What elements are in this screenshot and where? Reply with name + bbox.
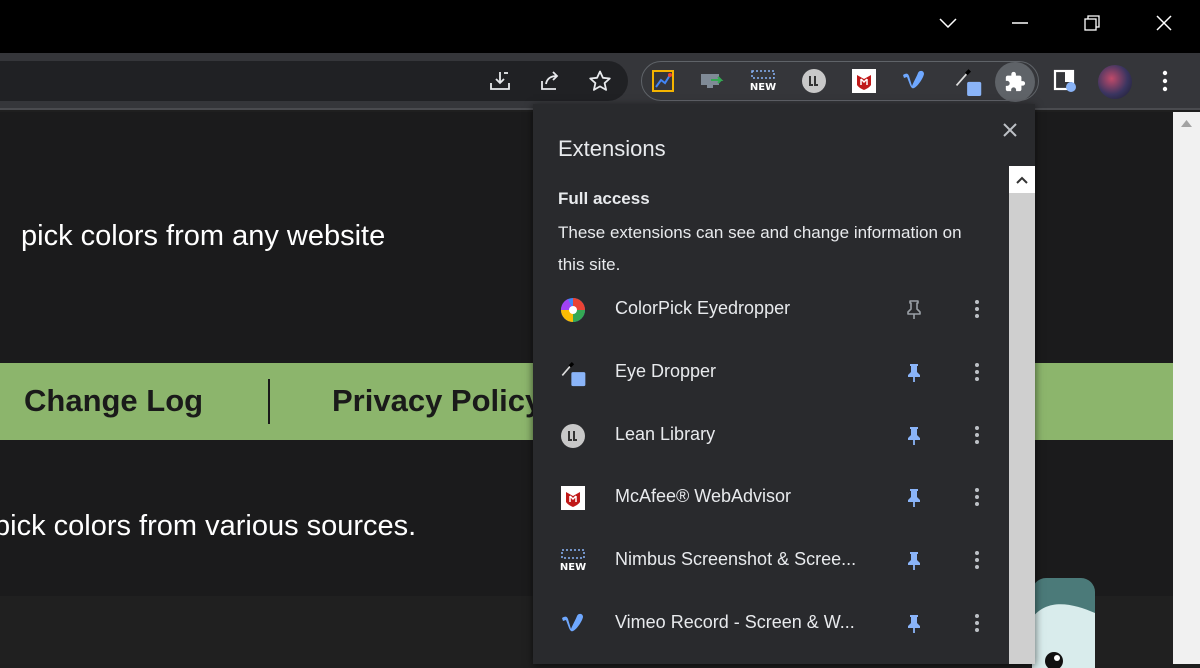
eye-dropper-icon <box>955 69 982 96</box>
bookmark-button[interactable] <box>580 61 620 101</box>
section-title: Full access <box>558 189 650 208</box>
share-icon <box>541 71 559 90</box>
mascot-image <box>1032 578 1095 668</box>
restore-button[interactable] <box>1056 0 1128 46</box>
side-panel-button[interactable] <box>1050 66 1080 96</box>
popup-close-button[interactable] <box>998 118 1022 142</box>
bookmark-star-icon <box>589 70 611 91</box>
chrome-menu-button[interactable] <box>1150 66 1180 96</box>
section-description: These extensions can see and change info… <box>558 223 962 274</box>
pin-button[interactable] <box>902 361 926 385</box>
more-options-button[interactable] <box>965 360 989 384</box>
colorpick-eyedropper-icon <box>652 70 674 92</box>
mcafee-icon <box>852 69 876 93</box>
chevron-up-icon <box>1016 176 1028 184</box>
change-log-link[interactable]: Change Log <box>24 383 203 419</box>
nimbus-toolbar-button[interactable]: NEW <box>748 66 778 96</box>
more-vert-icon <box>975 614 979 632</box>
more-vert-icon <box>975 551 979 569</box>
pin-button[interactable] <box>902 486 926 510</box>
vimeo-icon <box>903 70 924 89</box>
extension-row-colorpick[interactable]: ColorPick Eyedropper <box>533 278 1009 340</box>
more-options-button[interactable] <box>965 485 989 509</box>
vimeo-icon <box>559 610 587 638</box>
more-vert-icon <box>975 426 979 444</box>
eye-dropper-icon <box>559 359 587 387</box>
screen-record-toolbar-button[interactable] <box>698 66 728 96</box>
extension-row-eye-dropper[interactable]: Eye Dropper <box>533 341 1009 403</box>
scroll-up-arrow-icon[interactable] <box>1173 112 1200 136</box>
pin-filled-icon <box>908 364 920 382</box>
profile-avatar[interactable] <box>1098 65 1132 99</box>
tab-search-button[interactable] <box>912 0 984 46</box>
extensions-menu-button[interactable] <box>995 62 1035 102</box>
popup-scrollbar[interactable] <box>1009 166 1035 664</box>
pin-button[interactable] <box>902 549 926 573</box>
extension-row-nimbus[interactable]: NEW Nimbus Screenshot & Scree... <box>533 529 1009 591</box>
svg-text:NEW: NEW <box>560 562 586 573</box>
extension-row-lean-library[interactable]: Lean Library <box>533 404 1009 466</box>
close-icon <box>1003 123 1017 137</box>
minimize-button[interactable] <box>984 0 1056 46</box>
pin-filled-icon <box>908 427 920 445</box>
extension-name: Eye Dropper <box>615 361 717 381</box>
more-options-button[interactable] <box>965 611 989 635</box>
more-options-button[interactable] <box>965 297 989 321</box>
pin-button[interactable] <box>902 298 926 322</box>
minimize-icon <box>1012 22 1028 24</box>
page-subtitle: pick colors from various sources. <box>0 510 417 542</box>
lean-library-icon <box>559 422 587 450</box>
more-vert-icon <box>975 363 979 381</box>
install-icon <box>490 72 510 90</box>
pin-button[interactable] <box>902 424 926 448</box>
nimbus-icon: NEW <box>559 547 587 575</box>
extension-name: ColorPick Eyedropper <box>615 298 791 318</box>
pin-filled-icon <box>908 615 920 633</box>
popup-title: Extensions <box>558 136 666 161</box>
pin-outline-icon <box>907 300 921 319</box>
extension-name: Lean Library <box>615 424 716 444</box>
page-tagline: pick colors from any website <box>21 220 386 252</box>
restore-icon <box>1084 15 1100 31</box>
extensions-popup: Extensions Full access These extensions … <box>533 104 1035 664</box>
extension-row-mcafee[interactable]: McAfee® WebAdvisor <box>533 466 1009 528</box>
chevron-down-icon <box>939 18 957 28</box>
more-vert-icon <box>975 300 979 318</box>
mcafee-icon <box>559 484 587 512</box>
more-options-button[interactable] <box>965 423 989 447</box>
svg-text:NEW: NEW <box>750 82 776 93</box>
extensions-puzzle-icon <box>1005 71 1026 92</box>
lean-library-icon <box>802 69 826 93</box>
pin-filled-icon <box>908 489 920 507</box>
lean-library-toolbar-button[interactable] <box>799 66 829 96</box>
colorpick-icon <box>559 296 587 324</box>
extension-name: Vimeo Record - Screen & W... <box>615 612 855 632</box>
colorpick-eyedropper-toolbar-button[interactable] <box>648 66 678 96</box>
eye-dropper-toolbar-button[interactable] <box>953 66 983 96</box>
more-menu-icon <box>1162 70 1168 92</box>
pin-filled-icon <box>908 552 920 570</box>
nimbus-new-icon: NEW <box>750 70 776 93</box>
extension-name: Nimbus Screenshot & Scree... <box>615 549 857 569</box>
extension-name: McAfee® WebAdvisor <box>615 486 791 506</box>
window-titlebar <box>0 0 1200 53</box>
close-window-button[interactable] <box>1128 0 1200 46</box>
privacy-policy-link[interactable]: Privacy Policy <box>332 383 542 419</box>
share-button[interactable] <box>530 61 570 101</box>
browser-toolbar: NEW <box>0 53 1200 110</box>
more-vert-icon <box>975 488 979 506</box>
install-app-button[interactable] <box>480 61 520 101</box>
vimeo-toolbar-button[interactable] <box>899 66 929 96</box>
mcafee-toolbar-button[interactable] <box>849 66 879 96</box>
side-panel-icon <box>1053 69 1076 92</box>
page-scrollbar[interactable] <box>1173 112 1200 664</box>
pin-button[interactable] <box>902 612 926 636</box>
more-options-button[interactable] <box>965 548 989 572</box>
nav-divider <box>268 379 270 424</box>
screen-record-icon <box>701 74 724 88</box>
extension-row-vimeo[interactable]: Vimeo Record - Screen & W... <box>533 592 1009 654</box>
close-icon <box>1156 15 1172 31</box>
popup-scroll-up-button[interactable] <box>1009 166 1035 193</box>
